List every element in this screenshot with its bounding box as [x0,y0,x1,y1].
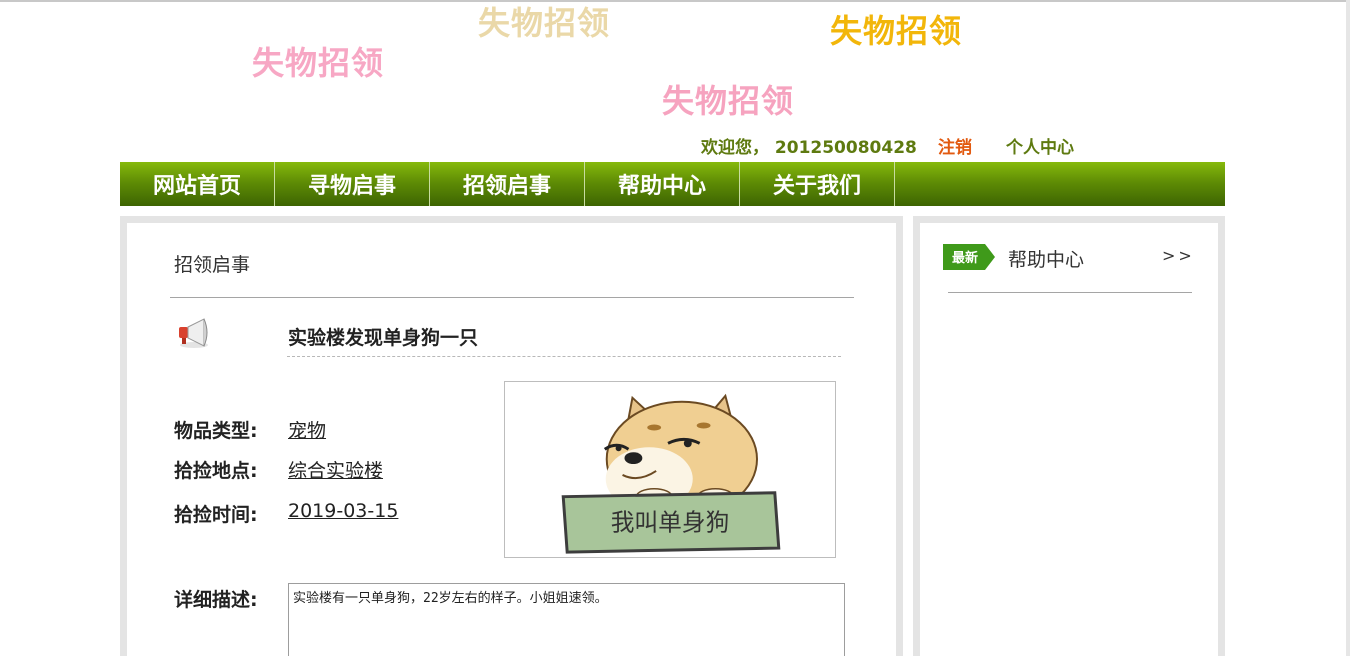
pickup-location-value[interactable]: 综合实验楼 [288,456,383,483]
doge-photo: 我叫单身狗 [504,381,836,558]
banner-text: 失物招领 [662,82,795,120]
page: 失物招领 失物招领 失物招领 失物招领 欢迎您， 201250080428 注销… [0,0,1350,656]
megaphone-icon [179,318,208,348]
svg-text:我叫单身狗: 我叫单身狗 [611,508,730,536]
main-nav: 网站首页 寻物启事 招领启事 帮助中心 关于我们 [120,162,1225,206]
nav-item-help[interactable]: 帮助中心 [585,162,740,206]
pickup-location-label: 拾捡地点: [174,460,258,482]
item-type-label: 物品类型: [174,420,258,442]
sidebar-panel [920,223,1218,656]
nav-item-home[interactable]: 网站首页 [120,162,275,206]
item-type-value[interactable]: 宠物 [288,416,326,443]
nav-item-about[interactable]: 关于我们 [740,162,895,206]
top-rule [0,0,1350,2]
window-scroll-edge [1346,0,1350,656]
divider [170,297,854,298]
nav-item-lost[interactable]: 寻物启事 [275,162,430,206]
welcome-text: 欢迎您， 201250080428 [701,138,917,158]
profile-link[interactable]: 个人中心 [1006,133,1074,158]
sidebar-more-link[interactable]: >> [1162,246,1195,265]
new-badge-icon: 最新 [943,244,995,270]
section-title: 招领启事 [174,254,251,276]
banner-text: 失物招领 [252,44,385,82]
banner-text: 失物招领 [478,4,611,42]
description-label: 详细描述: [174,589,258,611]
logout-link[interactable]: 注销 [938,133,972,158]
sidebar-divider [948,292,1192,293]
banner-text: 失物招领 [830,12,963,50]
description-field[interactable]: 实验楼有一只单身狗，22岁左右的样子。小姐姐速领。 [288,583,845,656]
dashed-divider [287,356,841,357]
nav-item-found[interactable]: 招领启事 [430,162,585,206]
post-title: 实验楼发现单身狗一只 [288,327,479,349]
pickup-time-value[interactable]: 2019-03-15 [288,500,398,522]
sidebar-title: 帮助中心 [1008,249,1085,271]
pickup-time-label: 拾捡时间: [174,504,258,526]
svg-text:最新: 最新 [952,250,978,266]
